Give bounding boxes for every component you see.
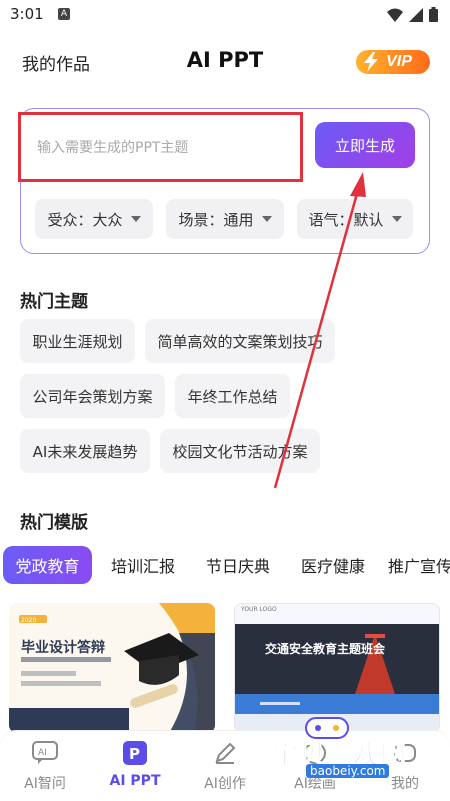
watermark-url: baobeiy.com: [306, 764, 390, 778]
nav-ai-create[interactable]: AI创作: [190, 741, 260, 793]
template-title: 毕业设计答辩: [21, 640, 105, 656]
template-card[interactable]: 2020 毕业设计答辩: [9, 603, 215, 733]
nav-label: AI创作: [204, 776, 246, 792]
tab-medical[interactable]: 医疗健康: [290, 546, 376, 584]
template-tag: 2020: [21, 617, 36, 624]
svg-text:P: P: [129, 745, 140, 763]
tab-festival[interactable]: 节日庆典: [195, 546, 281, 584]
pen-icon: [215, 742, 236, 764]
template-thumbnail: 2020: [9, 603, 215, 733]
watermark: 宝贝游戏网 baobeiy.com: [271, 712, 442, 782]
nav-ai-chat[interactable]: AI AI智问: [10, 741, 80, 793]
nav-label: AI智问: [24, 776, 66, 792]
nav-ai-ppt[interactable]: P AI PPT: [100, 741, 170, 789]
tab-training-report[interactable]: 培训汇报: [100, 546, 186, 584]
template-header: YOUR LOGO: [241, 606, 277, 613]
ai-chat-icon: AI: [32, 741, 58, 764]
tab-promotion[interactable]: 推广宣传: [388, 546, 450, 584]
nav-label: AI PPT: [109, 773, 161, 789]
template-title: 交通安全教育主题班会: [265, 642, 386, 656]
hot-templates-title: 热门模版: [20, 513, 88, 533]
tab-party-education[interactable]: 党政教育: [3, 546, 92, 584]
ppt-icon: P: [123, 741, 147, 765]
svg-text:AI: AI: [38, 748, 47, 758]
